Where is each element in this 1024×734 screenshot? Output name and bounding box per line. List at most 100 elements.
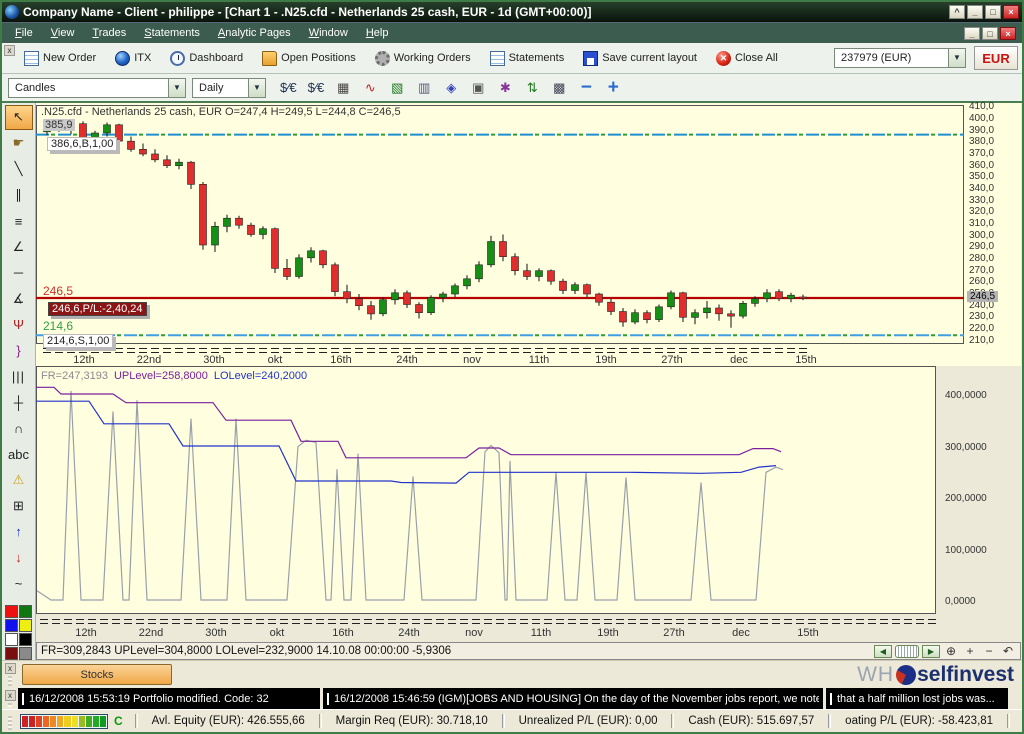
crosshair-tool[interactable]: ┼ <box>5 390 33 415</box>
restore-button[interactable]: □ <box>985 5 1001 19</box>
stocks-tab[interactable]: Stocks <box>22 664 172 685</box>
drag-handle[interactable] <box>8 716 12 730</box>
indicator-green-icon[interactable]: ▧ <box>387 78 407 98</box>
undo-zoom-button[interactable]: ↶ <box>1000 644 1016 658</box>
color-swatch-6[interactable] <box>5 647 18 660</box>
chevron-down-icon[interactable]: ▼ <box>248 79 265 97</box>
horizontal-line-tool[interactable]: ─ <box>5 260 33 285</box>
eraser-icon[interactable]: ◈ <box>441 78 461 98</box>
menu-item-trades[interactable]: Trades <box>85 25 133 41</box>
print-icon[interactable]: ▣ <box>468 78 488 98</box>
paint-studies-icon[interactable]: ✱ <box>495 78 515 98</box>
zoom-out-icon[interactable]: − <box>576 78 596 98</box>
drag-handle[interactable] <box>8 676 12 686</box>
pan-chart-button[interactable]: ⊕ <box>943 644 959 658</box>
scroll-left-button[interactable]: ◀ <box>874 645 892 658</box>
field-separator[interactable] <box>319 714 322 728</box>
color-swatch-3[interactable] <box>19 619 32 632</box>
trendline-tool[interactable]: ╲ <box>5 157 33 182</box>
account-selector[interactable]: 237979 (EUR) ▼ <box>834 48 966 68</box>
zoom-out-button[interactable]: − <box>981 644 997 658</box>
parallel-lines-tool[interactable]: ∥ <box>5 183 33 208</box>
sell-order-label[interactable]: 214,6,S,1,00 <box>43 334 113 348</box>
buy-sell-signals-icon[interactable]: ⇅ <box>522 78 542 98</box>
zoom-in-button[interactable]: + <box>962 644 978 658</box>
color-swatch-1[interactable] <box>19 605 32 618</box>
color-swatch-7[interactable] <box>19 647 32 660</box>
indicator-chart[interactable]: 12th22nd30thokt16th24thnov11th19th27thde… <box>36 366 938 640</box>
pitchfork-tool[interactable]: Ψ <box>5 312 33 337</box>
save-layout-button[interactable]: Save current layout <box>578 48 705 69</box>
scroll-slider[interactable] <box>895 645 919 658</box>
close-icon[interactable]: x <box>5 663 16 674</box>
news-tick <box>327 693 329 705</box>
close-icon[interactable]: x <box>5 690 16 701</box>
open-positions-button[interactable]: Open Positions <box>257 48 364 69</box>
chart-symbol-title: .N25.cfd - Netherlands 25 cash, EUR O=24… <box>41 106 401 118</box>
zoom-in-icon[interactable]: + <box>603 78 623 98</box>
menu-item-window[interactable]: Window <box>302 25 355 41</box>
menu-item-statements[interactable]: Statements <box>137 25 207 41</box>
indicator-red-icon[interactable]: ∿ <box>360 78 380 98</box>
text-tool[interactable]: abc <box>5 442 33 467</box>
fib-levels-tool[interactable]: ≡ <box>5 209 33 234</box>
price-chart-panel[interactable]: 12th22nd30thokt16th24thnov11th19th27thde… <box>36 103 1021 366</box>
fib-arcs-tool[interactable]: ∩ <box>5 416 33 441</box>
color-swatch-2[interactable] <box>5 619 18 632</box>
minimize-button[interactable]: _ <box>967 5 983 19</box>
arrow-up-marker-tool[interactable]: ↑ <box>5 519 33 544</box>
chart-period-select[interactable]: Daily ▼ <box>192 78 266 98</box>
color-swatch-5[interactable] <box>19 633 32 646</box>
select-tool[interactable]: ↖ <box>5 105 33 130</box>
shade-button[interactable]: ^ <box>949 5 965 19</box>
field-separator[interactable] <box>135 714 138 728</box>
child-minimize-button[interactable]: _ <box>964 27 980 40</box>
child-restore-button[interactable]: □ <box>982 27 998 40</box>
color-swatch-4[interactable] <box>5 633 18 646</box>
close-button[interactable]: × <box>1003 5 1019 19</box>
dashboard-button[interactable]: Dashboard <box>165 48 251 69</box>
field-separator[interactable] <box>1007 714 1010 728</box>
drag-handle[interactable] <box>8 703 12 707</box>
freehand-tool[interactable]: ~ <box>5 571 33 596</box>
new-order-button[interactable]: New Order <box>19 48 104 69</box>
toolbar-close-button[interactable]: x <box>4 45 15 56</box>
fib-zones-tool[interactable]: } <box>5 338 33 363</box>
vertical-lines-tool[interactable]: ||| <box>5 364 33 389</box>
color-swatch-0[interactable] <box>5 605 18 618</box>
field-separator[interactable] <box>671 714 674 728</box>
scroll-right-button[interactable]: ▶ <box>922 645 940 658</box>
chevron-down-icon[interactable]: ▼ <box>948 49 965 67</box>
child-close-button[interactable]: × <box>1000 27 1016 40</box>
buy-order-label[interactable]: 386,6,B,1,00 <box>47 137 117 151</box>
itx-button[interactable]: ITX <box>110 48 159 69</box>
volume-histogram-icon[interactable]: ▥ <box>414 78 434 98</box>
quote-board-icon[interactable]: ▩ <box>549 78 569 98</box>
gann-fan-tool[interactable]: ∠ <box>5 234 33 259</box>
working-orders-button[interactable]: Working Orders <box>370 48 479 69</box>
pan-tool[interactable]: ☛ <box>5 131 33 156</box>
menu-item-view[interactable]: View <box>44 25 82 41</box>
chart-style-select[interactable]: Candles ▼ <box>8 78 186 98</box>
calculator-tool[interactable]: ⊞ <box>5 493 33 518</box>
alert-tool[interactable]: ⚠ <box>5 467 33 492</box>
position-pl-label[interactable]: 246,6,P/L:-2,40,24 <box>48 302 147 316</box>
close-all-button[interactable]: Close All <box>711 48 786 69</box>
menu-item-analytic-pages[interactable]: Analytic Pages <box>211 25 298 41</box>
currency-scale-icon[interactable]: $⁄€ <box>306 78 327 98</box>
field-separator[interactable] <box>828 714 831 728</box>
indicator-panel[interactable]: 12th22nd30thokt16th24thnov11th19th27thde… <box>36 366 1021 642</box>
svg-text:22nd: 22nd <box>139 627 163 639</box>
menu-item-file[interactable]: File <box>8 25 40 41</box>
price-axis-settings-icon[interactable]: $⁄€ <box>278 78 299 98</box>
price-axis[interactable]: 410,0400,0390,0380,0370,0360,0350,0340,0… <box>966 105 1020 345</box>
menu-item-help[interactable]: Help <box>359 25 396 41</box>
arrow-down-marker-tool[interactable]: ↓ <box>5 545 33 570</box>
speed-lines-tool[interactable]: ∡ <box>5 286 33 311</box>
chevron-down-icon[interactable]: ▼ <box>168 79 185 97</box>
currency-badge[interactable]: EUR <box>974 46 1018 70</box>
field-separator[interactable] <box>502 714 505 728</box>
candlestick-chart[interactable]: 12th22nd30thokt16th24thnov11th19th27thde… <box>36 105 964 365</box>
statements-button[interactable]: Statements <box>485 48 573 69</box>
grid-settings-icon[interactable]: ▦ <box>333 78 353 98</box>
